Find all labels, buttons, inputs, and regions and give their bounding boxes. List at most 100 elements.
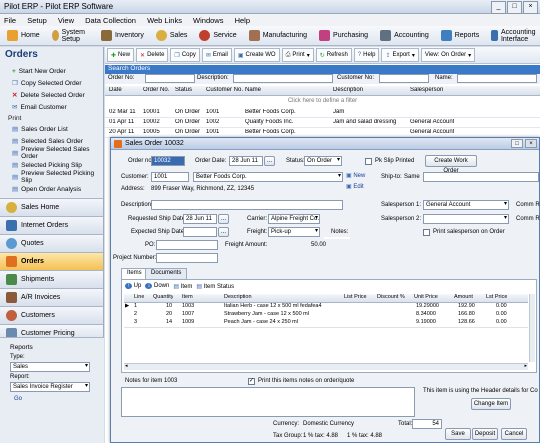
po-input[interactable] [156,240,218,250]
copy-order-button[interactable]: ❐ Copy [170,48,200,62]
customer-edit-link[interactable]: ▣ Edit [346,183,364,190]
salesperson2-select[interactable]: ▾ [423,214,509,224]
grid-filter-row[interactable]: Click here to define a filter [105,96,540,106]
expected-ship-date-input[interactable] [183,227,217,237]
nav-internet-orders[interactable]: Internet Orders [0,216,103,234]
nav-quotes[interactable]: Quotes [0,234,103,252]
carrier-select[interactable]: Alpine Freight Co. ▾ [268,214,320,224]
order-no-input[interactable]: 10032 [151,156,185,166]
menu-view[interactable]: View [58,16,74,25]
nav-sales-home[interactable]: Sales Home [0,198,103,216]
print-sales-order-list-link[interactable]: ▤ Sales Order List [0,123,103,135]
create-wo-button[interactable]: ▣ Create WO [233,48,280,62]
toolbar-home-button[interactable]: Home [3,28,44,44]
new-order-button[interactable]: ✚ New [107,48,135,62]
print-salesperson-checkbox[interactable] [423,229,430,236]
preview-selected-sales-order-link[interactable]: ▤ Preview Selected Sales Order [0,146,103,160]
menu-file[interactable]: File [4,16,16,25]
toolbar-manufacturing-button[interactable]: Manufacturing [245,28,311,44]
toolbar-accounting-interface-button[interactable]: Accounting Interface [487,28,540,44]
print-item-notes-checkbox[interactable]: ✓ [248,378,255,385]
menu-windows[interactable]: Windows [193,16,223,25]
open-order-analysis-link[interactable]: ▤ Open Order Analysis [0,183,103,195]
report-select[interactable]: Sales Invoice Register ▾ [10,382,90,392]
change-item-button[interactable]: Change Item [471,398,511,410]
pk-slip-printed-checkbox[interactable] [365,158,372,165]
deposit-button[interactable]: Deposit [472,428,498,440]
col-date[interactable]: Date [109,87,122,93]
project-number-input[interactable] [156,253,218,263]
start-new-order-link[interactable]: + Start New Order [0,65,103,77]
items-vertical-scrollbar[interactable] [529,294,535,362]
report-go-link[interactable]: Go [14,396,22,402]
item-button[interactable]: ▤ Item [173,283,192,290]
salesperson1-select[interactable]: General Account ▾ [423,200,509,210]
description-input[interactable] [151,200,343,210]
scroll-left-icon[interactable]: ◂ [125,363,128,369]
search-order-no-input[interactable] [145,74,195,83]
requested-ship-date-input[interactable]: 28 Jun 11 [183,214,217,224]
toolbar-purchasing-button[interactable]: Purchasing [315,28,372,44]
menu-web-links[interactable]: Web Links [147,16,182,25]
table-row[interactable]: 01 Apr 11 10002 On Order 1002 Quality Fo… [105,118,540,128]
item-notes-textarea[interactable] [121,387,415,417]
close-icon[interactable]: × [525,139,537,148]
order-date-input[interactable]: 28 Jun 11 [229,156,263,166]
copy-selected-order-link[interactable]: ❐ Copy Selected Order [0,77,103,89]
scroll-right-icon[interactable]: ▸ [524,363,527,369]
refresh-button[interactable]: ↻ Refresh [315,48,352,62]
nav-shipments[interactable]: Shipments [0,270,103,288]
search-name-input[interactable] [457,74,537,83]
menu-help[interactable]: Help [235,16,250,25]
toolbar-inventory-button[interactable]: Inventory [97,28,148,44]
order-date-picker-button[interactable]: ... [264,156,275,166]
col-salesperson[interactable]: Salesperson [410,87,443,93]
col-customer-no[interactable]: Customer No. [206,87,243,93]
nav-orders[interactable]: Orders [0,252,103,270]
tab-items[interactable]: Items [121,268,148,279]
delete-order-button[interactable]: ✕ Delete [136,48,169,62]
close-icon[interactable]: × [523,1,538,14]
customer-new-link[interactable]: ▣ New [346,172,365,179]
menu-data-collection[interactable]: Data Collection [85,16,136,25]
preview-selected-picking-slip-link[interactable]: ▤ Preview Selected Picking Slip [0,170,103,184]
print-button[interactable]: ⎙ Print ▾ [281,48,314,62]
toolbar-sales-button[interactable]: Sales [152,28,192,44]
cancel-button[interactable]: Cancel [501,428,527,440]
items-horizontal-scrollbar[interactable]: ◂ ▸ [124,363,528,370]
col-description[interactable]: Description [333,87,363,93]
menu-setup[interactable]: Setup [27,16,47,25]
col-status[interactable]: Status [175,87,192,93]
view-filter-dropdown[interactable]: View: On Order ▾ [420,48,476,62]
customer-no-input[interactable]: 1001 [151,172,189,182]
search-description-input[interactable] [233,74,333,83]
delete-selected-order-link[interactable]: ✕ Delete Selected Order [0,89,103,101]
status-select[interactable]: On Order ▾ [304,156,342,166]
ship-to-input[interactable] [423,172,539,182]
col-order-no[interactable]: Order No. [143,87,169,93]
report-type-select[interactable]: Sales ▾ [10,362,90,372]
customer-name-select[interactable]: Better Foods Corp. ▾ [193,172,343,182]
toolbar-reports-button[interactable]: Reports [437,28,484,44]
maximize-icon[interactable]: □ [507,1,522,14]
create-work-order-button[interactable]: Create Work Order [425,155,477,174]
move-down-button[interactable]: ↓ Down [145,283,169,290]
col-name[interactable]: Name [245,87,261,93]
maximize-icon[interactable]: □ [511,139,523,148]
freight-select[interactable]: Pick-up ▾ [268,227,320,237]
nav-ar-invoices[interactable]: A/R Invoices [0,288,103,306]
move-up-button[interactable]: ↑ Up [125,283,141,290]
search-customer-no-input[interactable] [379,74,429,83]
export-button[interactable]: ⇪ Export ▾ [381,48,419,62]
email-button[interactable]: ✉ Email [201,48,232,62]
help-button[interactable]: ? Help [353,48,380,62]
email-customer-link[interactable]: ✉ Email Customer [0,101,103,113]
item-row[interactable]: 3 14 1009 Peach Jam - case 24 x 250 ml 9… [124,319,528,328]
expected-ship-date-picker[interactable]: ... [218,227,229,237]
tab-documents[interactable]: Documents [145,268,188,279]
table-row[interactable]: 02 Mar 11 10001 On Order 1001 Better Foo… [105,108,540,118]
item-status-button[interactable]: ▤ Item Status [196,283,234,290]
toolbar-service-button[interactable]: Service [195,28,240,44]
minimize-icon[interactable]: _ [491,1,506,14]
save-button[interactable]: Save [445,428,471,440]
